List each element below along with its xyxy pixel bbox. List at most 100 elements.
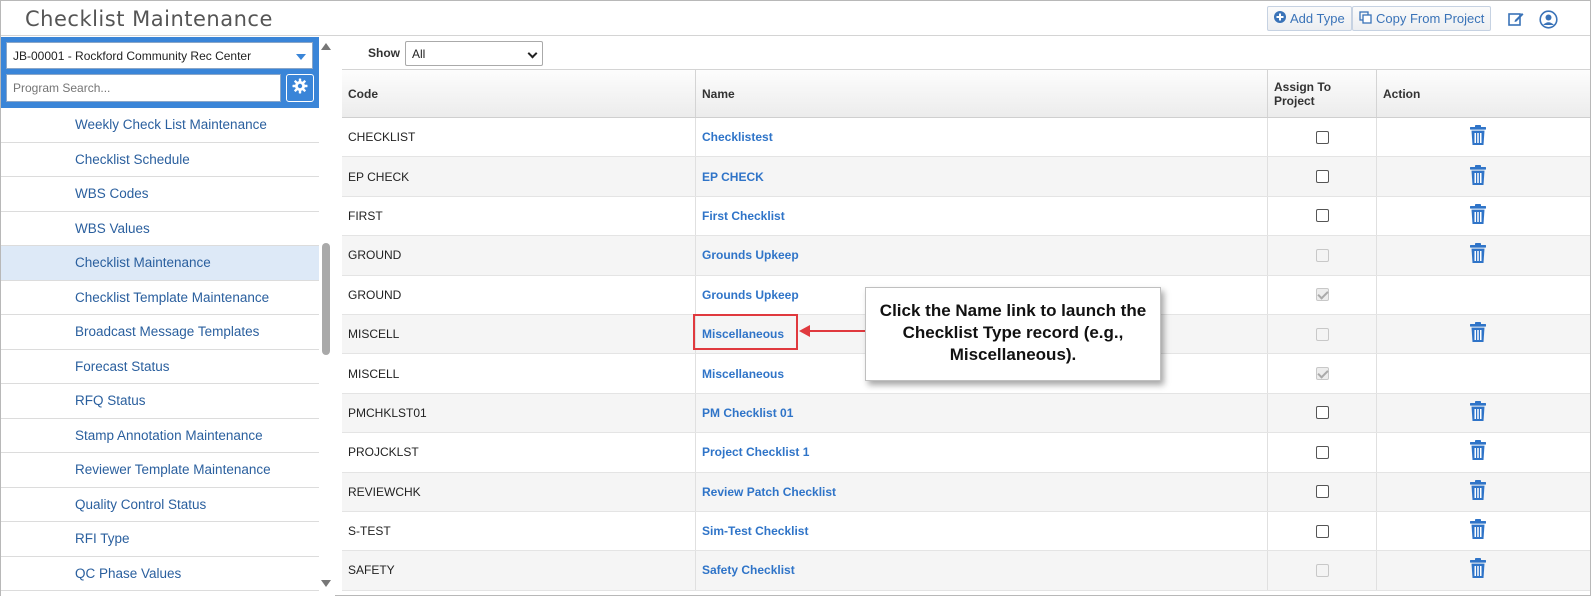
copy-icon: [1359, 10, 1372, 27]
cell-action: [1377, 157, 1590, 195]
sidebar-item[interactable]: WBS Values: [1, 212, 319, 246]
cell-code: FIRST: [342, 196, 696, 236]
cell-assign: [1268, 157, 1377, 196]
cell-assign: [1268, 472, 1377, 511]
cell-name-link[interactable]: Safety Checklist: [696, 551, 1268, 590]
plus-circle-icon: [1274, 11, 1286, 26]
cell-code: GROUND: [342, 236, 696, 275]
chevron-down-icon: [527, 48, 538, 59]
trash-icon[interactable]: [1469, 558, 1487, 582]
assign-to-project-checkbox: [1315, 327, 1329, 341]
column-header-action: Action: [1383, 86, 1421, 101]
cell-assign: [1268, 354, 1377, 393]
trash-icon[interactable]: [1469, 440, 1487, 464]
cell-name-link[interactable]: EP CHECK: [696, 157, 1268, 196]
sidebar-item[interactable]: WBS Codes: [1, 177, 319, 212]
assign-to-project-checkbox: [1315, 367, 1329, 381]
assign-to-project-checkbox[interactable]: [1315, 485, 1329, 499]
cell-action: [1377, 315, 1590, 353]
cell-action: [1377, 236, 1590, 274]
cell-name-link[interactable]: Project Checklist 1: [696, 433, 1268, 472]
assign-to-project-checkbox[interactable]: [1315, 406, 1329, 420]
sidebar-item[interactable]: Broadcast Message Templates: [1, 315, 319, 350]
table-row: EP CHECK EP CHECK: [342, 157, 1590, 197]
settings-button[interactable]: [286, 74, 314, 102]
program-search-input[interactable]: [6, 74, 281, 102]
cell-code: S-TEST: [342, 511, 696, 551]
callout-note: Click the Name link to launch the Checkl…: [865, 287, 1161, 381]
cell-code: PMCHKLST01: [342, 393, 696, 433]
assign-to-project-checkbox: [1315, 248, 1329, 262]
assign-to-project-checkbox[interactable]: [1315, 445, 1329, 459]
cell-assign: [1268, 393, 1377, 433]
assign-to-project-checkbox[interactable]: [1315, 524, 1329, 538]
trash-icon[interactable]: [1469, 519, 1487, 543]
sidebar-header: JB-00001 - Rockford Community Rec Center: [1, 37, 319, 108]
copy-from-project-button[interactable]: Copy From Project: [1352, 6, 1492, 31]
table-row: GROUND Grounds Upkeep: [342, 236, 1590, 276]
cell-assign: [1268, 314, 1377, 354]
cell-action: [1377, 276, 1590, 314]
page-title: Checklist Maintenance: [25, 7, 273, 31]
cell-assign: [1268, 433, 1377, 472]
add-type-button[interactable]: Add Type: [1267, 6, 1352, 31]
cell-name-link[interactable]: Checklistest: [696, 118, 1268, 157]
cell-code: EP CHECK: [342, 157, 696, 196]
show-filter-select[interactable]: All: [405, 41, 543, 66]
sidebar-item[interactable]: Quality Control Status: [1, 488, 319, 522]
sidebar-item[interactable]: Checklist Template Maintenance: [1, 281, 319, 315]
table-row: REVIEWCHK Review Patch Checklist: [342, 472, 1590, 512]
cell-name-link[interactable]: Sim-Test Checklist: [696, 511, 1268, 551]
user-circle-icon[interactable]: [1538, 9, 1558, 29]
trash-icon[interactable]: [1469, 479, 1487, 504]
show-filter-value: All: [412, 47, 426, 61]
sidebar-scrollbar[interactable]: [319, 37, 335, 597]
assign-to-project-checkbox[interactable]: [1315, 130, 1329, 144]
sidebar-item[interactable]: Checklist Maintenance: [1, 246, 319, 281]
cell-name-link[interactable]: PM Checklist 01: [696, 393, 1268, 433]
assign-to-project-checkbox: [1315, 563, 1329, 577]
cell-name-link[interactable]: Review Patch Checklist: [696, 472, 1268, 511]
cell-code: REVIEWCHK: [342, 472, 696, 511]
cell-action: [1377, 551, 1590, 589]
trash-icon[interactable]: [1469, 322, 1487, 346]
cell-name-link[interactable]: Grounds Upkeep: [696, 236, 1268, 275]
trash-icon[interactable]: [1469, 243, 1487, 267]
sidebar-item[interactable]: QC Phase Values: [1, 557, 319, 591]
cell-assign: [1268, 236, 1377, 275]
column-header-code[interactable]: Code: [342, 70, 696, 117]
cell-action: [1377, 512, 1590, 550]
cell-action: [1377, 354, 1590, 392]
assign-to-project-checkbox[interactable]: [1315, 170, 1329, 184]
table-row: PROJCKLST Project Checklist 1: [342, 433, 1590, 473]
table-row: PMCHKLST01 PM Checklist 01: [342, 393, 1590, 434]
sidebar-item[interactable]: Checklist Schedule: [1, 143, 319, 177]
edit-icon[interactable]: [1506, 9, 1526, 29]
sidebar-item[interactable]: Weekly Check List Maintenance: [1, 108, 319, 143]
column-header-name[interactable]: Name: [696, 70, 1268, 117]
assign-to-project-checkbox[interactable]: [1315, 209, 1329, 223]
trash-icon[interactable]: [1469, 164, 1487, 189]
column-header-assign-label: Assign To Project: [1274, 79, 1332, 108]
cell-action: [1377, 433, 1590, 471]
sidebar-item[interactable]: Reviewer Template Maintenance: [1, 453, 319, 488]
cell-assign: [1268, 511, 1377, 551]
scroll-down-icon[interactable]: [321, 580, 331, 587]
sidebar-item[interactable]: RFI Type: [1, 522, 319, 557]
scroll-up-icon[interactable]: [321, 43, 331, 50]
filter-bar: Show All: [342, 37, 1590, 70]
sidebar-item[interactable]: RFQ Status: [1, 384, 319, 419]
trash-icon[interactable]: [1469, 203, 1487, 228]
column-header-assign[interactable]: Assign To Project: [1268, 70, 1377, 117]
project-select[interactable]: JB-00001 - Rockford Community Rec Center: [6, 42, 313, 69]
table-row: S-TEST Sim-Test Checklist: [342, 511, 1590, 552]
trash-icon[interactable]: [1469, 400, 1487, 425]
cell-assign: [1268, 196, 1377, 236]
sidebar-item[interactable]: Forecast Status: [1, 350, 319, 384]
trash-icon[interactable]: [1469, 125, 1487, 149]
scrollbar-thumb[interactable]: [322, 243, 330, 355]
program-nav-list: Weekly Check List Maintenance Checklist S…: [1, 108, 319, 591]
cell-name-link[interactable]: First Checklist: [696, 196, 1268, 236]
cell-action: [1377, 197, 1590, 235]
sidebar-item[interactable]: Stamp Annotation Maintenance: [1, 419, 319, 453]
